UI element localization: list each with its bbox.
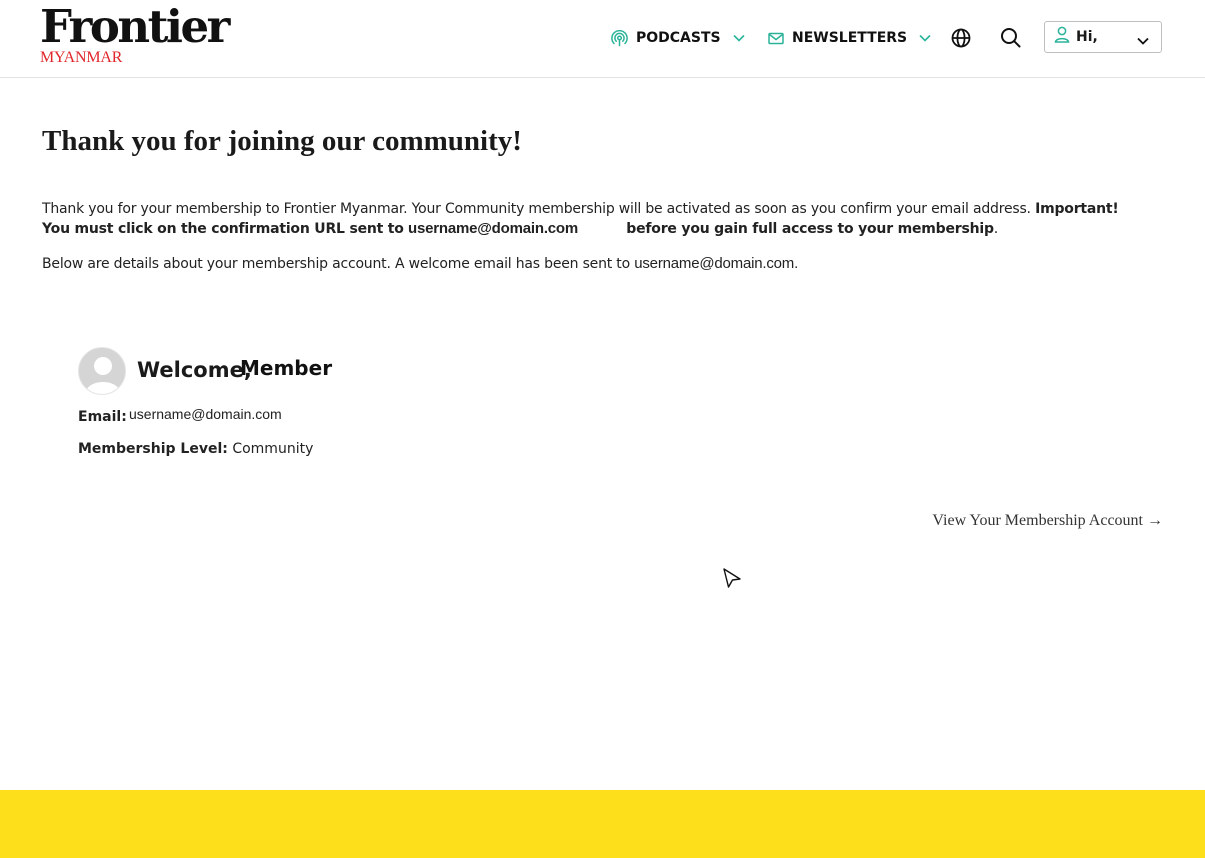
mouse-cursor-icon: [722, 567, 742, 594]
welcome-email-text: Below are details about your membership …: [42, 256, 630, 272]
confirmation-text: Thank you for your membership to Frontie…: [42, 201, 1031, 217]
avatar: [78, 347, 126, 395]
welcome-email-message: Below are details about your membership …: [42, 254, 1142, 274]
nav-podcasts-label: PODCASTS: [636, 30, 721, 46]
site-header: Frontier MYANMAR PODCASTS NEWSLETTERS Hi…: [0, 0, 1205, 78]
membership-level-value: Community: [232, 441, 314, 457]
view-membership-account-link[interactable]: View Your Membership Account →: [932, 512, 1163, 530]
nav-newsletters-label: NEWSLETTERS: [792, 30, 908, 46]
member-name: Member: [240, 356, 333, 380]
welcome-email-address: username@domain.com.: [634, 255, 799, 272]
logo-wordmark: Frontier: [40, 0, 230, 53]
nav-newsletters[interactable]: NEWSLETTERS: [768, 26, 931, 50]
page-title: Thank you for joining our community!: [42, 125, 522, 157]
globe-icon[interactable]: [950, 27, 972, 49]
confirmation-message: Thank you for your membership to Frontie…: [42, 199, 1142, 239]
search-icon[interactable]: [1000, 27, 1022, 49]
chevron-down-icon: [919, 34, 931, 42]
logo-subtitle: MYANMAR: [40, 49, 123, 66]
email-row: Email:: [78, 409, 127, 425]
membership-level-row: Membership Level: Community: [78, 441, 313, 457]
important-notice-tail: before you gain full access to your memb…: [626, 221, 994, 237]
user-menu-label: Hi,: [1076, 29, 1098, 45]
nav-podcasts[interactable]: PODCASTS: [611, 26, 745, 50]
email-label: Email:: [78, 409, 127, 425]
user-icon: [1054, 26, 1070, 48]
user-menu-dropdown[interactable]: Hi,: [1044, 21, 1162, 53]
mail-icon: [768, 32, 784, 45]
footer-bar: [0, 790, 1205, 858]
confirmation-email: username@domain.com: [407, 220, 579, 237]
frontier-myanmar-logo[interactable]: Frontier MYANMAR: [40, 0, 240, 70]
podcast-icon: [611, 29, 628, 47]
membership-level-label: Membership Level:: [78, 441, 228, 457]
sentence-end: .: [993, 221, 999, 237]
chevron-down-icon: [733, 34, 745, 42]
welcome-heading: Welcome,: [137, 358, 252, 382]
chevron-down-icon: [1137, 32, 1149, 50]
email-value: username@domain.com: [129, 406, 282, 422]
avatar-placeholder-icon: [79, 348, 125, 394]
